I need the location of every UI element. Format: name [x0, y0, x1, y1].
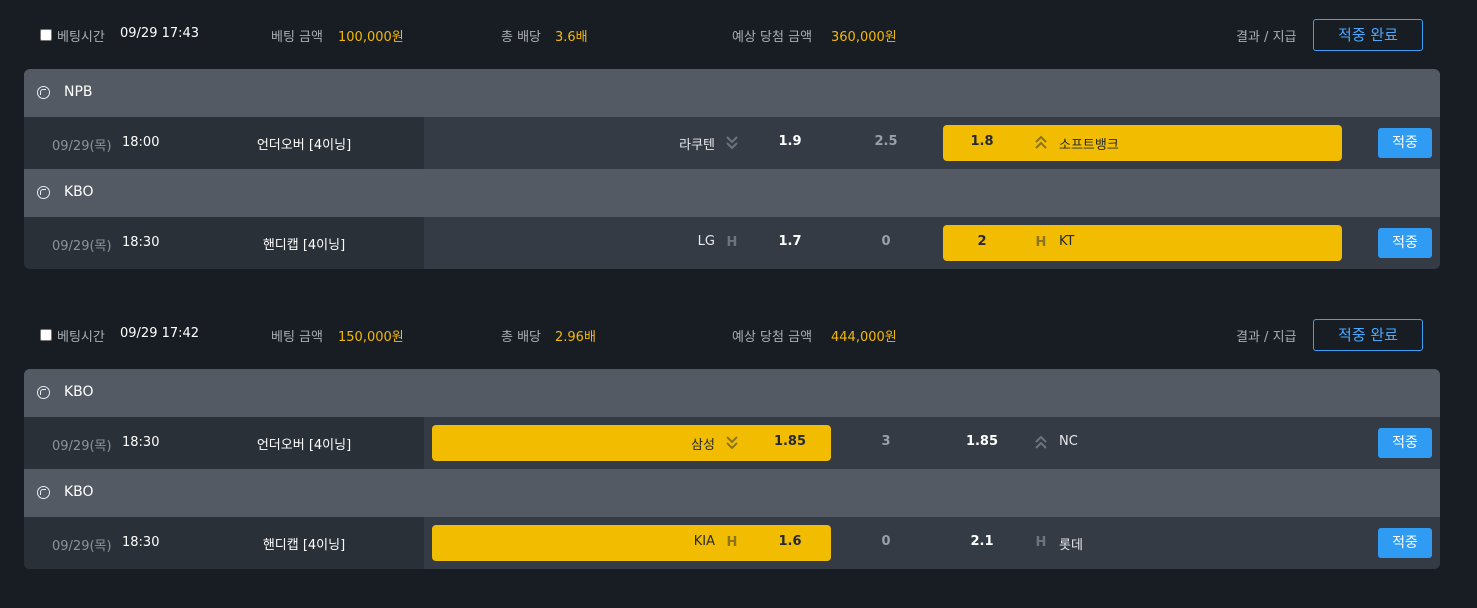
match-time: 18:30 — [122, 535, 160, 550]
bet-amount: 150,000원 — [338, 330, 404, 345]
home-odds: 1.6 — [778, 534, 802, 549]
bet-amount: 100,000원 — [338, 30, 404, 45]
bet-header: 베팅시간 09/29 17:43 베팅 금액 100,000원 총 배당 3.6… — [0, 0, 1477, 70]
bet-time: 09/29 17:42 — [120, 326, 200, 341]
league-bar: KBO — [24, 369, 1440, 417]
match-time: 18:30 — [122, 435, 160, 450]
baseball-icon — [37, 486, 50, 499]
handicap-glyph: H — [726, 535, 738, 550]
league-bar: KBO — [24, 169, 1440, 217]
league-name: KBO — [64, 484, 94, 500]
total-odds-label: 총 배당 — [501, 30, 542, 45]
expected-label: 예상 당첨 금액 — [732, 30, 813, 45]
league-name: KBO — [64, 184, 94, 200]
total-odds: 2.96배 — [555, 330, 596, 345]
bet-time: 09/29 17:43 — [120, 26, 200, 41]
home-team: LG — [697, 234, 715, 249]
home-odds: 1.7 — [778, 234, 802, 249]
match-row: 09/29(목) 18:30 핸디캡 [4이닝] KIA H 1.6 0 2.1… — [24, 517, 1440, 569]
market-type: 핸디캡 [4이닝] — [262, 238, 346, 253]
away-odds: 1.85 — [965, 434, 999, 449]
select-checkbox[interactable] — [40, 329, 52, 341]
select-checkbox[interactable] — [40, 29, 52, 41]
games-panel: KBO 09/29(목) 18:30 언더오버 [4이닝] 삼성 1.85 3 … — [24, 369, 1440, 569]
baseball-icon — [37, 86, 50, 99]
match-info: 09/29(목) 18:30 언더오버 [4이닝] — [24, 417, 424, 469]
match-date: 09/29(목) — [52, 139, 112, 154]
match-info: 09/29(목) 18:30 핸디캡 [4이닝] — [24, 517, 424, 569]
under-icon — [725, 134, 739, 152]
match-date: 09/29(목) — [52, 539, 112, 554]
baseball-icon — [37, 186, 50, 199]
match-time: 18:30 — [122, 235, 160, 250]
handicap-icon: H — [1034, 234, 1048, 252]
status-complete-button[interactable]: 적중 완료 — [1313, 19, 1423, 51]
handicap-icon: H — [725, 534, 739, 552]
status-complete-button[interactable]: 적중 완료 — [1313, 319, 1423, 351]
expected-amount: 444,000원 — [831, 330, 897, 345]
under-icon — [725, 434, 739, 452]
over-icon — [1034, 134, 1048, 152]
result-label: 결과 / 지급 — [1236, 30, 1297, 45]
line-value: 3 — [881, 434, 891, 449]
league-bar: NPB — [24, 69, 1440, 117]
away-team: KT — [1059, 234, 1075, 249]
home-team: KIA — [693, 534, 715, 549]
league-bar: KBO — [24, 469, 1440, 517]
match-row: 09/29(목) 18:30 언더오버 [4이닝] 삼성 1.85 3 1.85… — [24, 417, 1440, 469]
expected-amount: 360,000원 — [831, 30, 897, 45]
bet-time-label: 베팅시간 — [57, 330, 105, 345]
home-odds: 1.85 — [773, 434, 807, 449]
market-type: 언더오버 [4이닝] — [256, 438, 352, 453]
hit-result-button[interactable]: 적중 — [1378, 528, 1432, 558]
total-odds-label: 총 배당 — [501, 330, 542, 345]
amount-label: 베팅 금액 — [271, 330, 323, 345]
over-icon — [1034, 434, 1048, 452]
hit-result-button[interactable]: 적중 — [1378, 228, 1432, 258]
home-team: 라쿠텐 — [679, 138, 715, 153]
home-odds: 1.9 — [778, 134, 802, 149]
market-type: 언더오버 [4이닝] — [256, 138, 352, 153]
result-label: 결과 / 지급 — [1236, 330, 1297, 345]
league-name: NPB — [64, 84, 93, 100]
match-time: 18:00 — [122, 135, 160, 150]
amount-label: 베팅 금액 — [271, 30, 323, 45]
handicap-glyph: H — [1035, 235, 1047, 250]
bet-time-label: 베팅시간 — [57, 30, 105, 45]
handicap-icon: H — [725, 234, 739, 252]
handicap-glyph: H — [726, 235, 738, 250]
handicap-glyph: H — [1035, 535, 1047, 550]
games-panel: NPB 09/29(목) 18:00 언더오버 [4이닝] 라쿠텐 1.9 2.… — [24, 69, 1440, 269]
market-type: 핸디캡 [4이닝] — [262, 538, 346, 553]
bet-slip-1: 베팅시간 09/29 17:43 베팅 금액 100,000원 총 배당 3.6… — [0, 0, 1477, 269]
away-team: 롯데 — [1059, 538, 1083, 553]
away-team: NC — [1059, 434, 1078, 449]
baseball-icon — [37, 386, 50, 399]
expected-label: 예상 당첨 금액 — [732, 330, 813, 345]
match-date: 09/29(목) — [52, 439, 112, 454]
match-row: 09/29(목) 18:30 핸디캡 [4이닝] LG H 1.7 0 2 H … — [24, 217, 1440, 269]
bet-header: 베팅시간 09/29 17:42 베팅 금액 150,000원 총 배당 2.9… — [0, 300, 1477, 370]
away-odds: 2 — [977, 234, 987, 249]
away-odds: 2.1 — [970, 534, 994, 549]
match-row: 09/29(목) 18:00 언더오버 [4이닝] 라쿠텐 1.9 2.5 1.… — [24, 117, 1440, 169]
match-date: 09/29(목) — [52, 239, 112, 254]
match-info: 09/29(목) 18:00 언더오버 [4이닝] — [24, 117, 424, 169]
line-value: 0 — [881, 234, 891, 249]
away-team: 소프트뱅크 — [1059, 138, 1119, 153]
hit-result-button[interactable]: 적중 — [1378, 128, 1432, 158]
total-odds: 3.6배 — [555, 30, 588, 45]
line-value: 2.5 — [874, 134, 898, 149]
match-info: 09/29(목) 18:30 핸디캡 [4이닝] — [24, 217, 424, 269]
away-odds: 1.8 — [970, 134, 994, 149]
hit-result-button[interactable]: 적중 — [1378, 428, 1432, 458]
home-team: 삼성 — [691, 438, 715, 453]
handicap-icon: H — [1034, 534, 1048, 552]
line-value: 0 — [881, 534, 891, 549]
bet-slip-2: 베팅시간 09/29 17:42 베팅 금액 150,000원 총 배당 2.9… — [0, 300, 1477, 569]
league-name: KBO — [64, 384, 94, 400]
